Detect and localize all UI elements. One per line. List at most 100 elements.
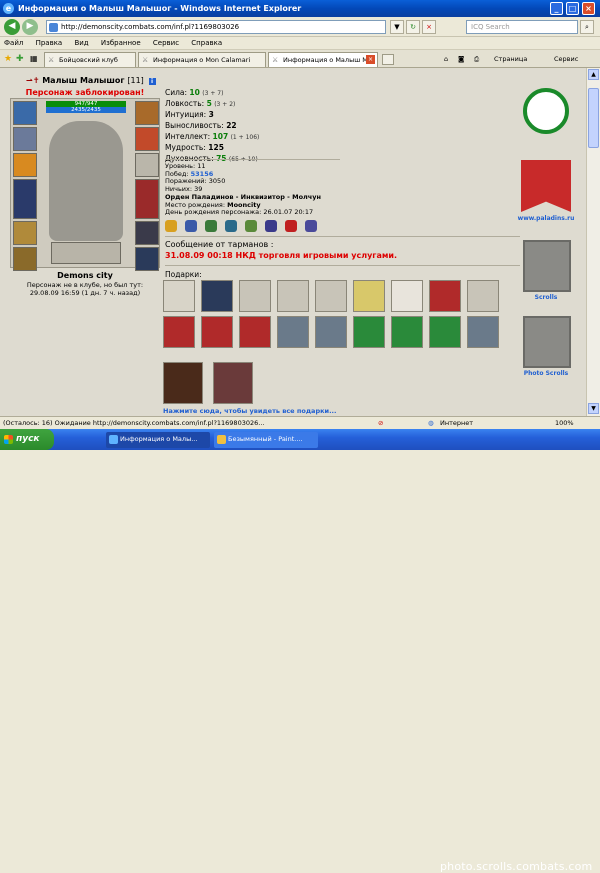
- add-favorites-icon[interactable]: ✚: [16, 54, 24, 64]
- menu-tools[interactable]: Сервис: [153, 39, 179, 47]
- badge-icon[interactable]: [285, 220, 297, 232]
- gift-item[interactable]: [353, 280, 385, 312]
- shield-slot[interactable]: [135, 153, 159, 177]
- bracers-slot[interactable]: [13, 127, 37, 151]
- page-menu[interactable]: Страница: [494, 53, 527, 65]
- message-header: Сообщение от тарманов :: [165, 240, 274, 249]
- character-meta: Уровень: 11 Побед: 53156 Поражений: 3050…: [165, 162, 321, 217]
- emblem-slot: [51, 242, 121, 264]
- gift-item[interactable]: [239, 316, 271, 348]
- earring-slot[interactable]: [135, 101, 159, 125]
- close-button[interactable]: ×: [582, 2, 595, 15]
- tab-label: Информация о Mon Calamari: [153, 56, 251, 64]
- zoom-level[interactable]: 100%: [555, 417, 574, 429]
- scroll-down-icon[interactable]: ▼: [588, 403, 599, 414]
- gift-item[interactable]: [213, 362, 253, 404]
- minimize-button[interactable]: _: [550, 2, 563, 15]
- gift-item[interactable]: [467, 280, 499, 312]
- paladins-link[interactable]: www.paladins.ru: [510, 215, 582, 222]
- gift-item[interactable]: [391, 280, 423, 312]
- paladins-emblem[interactable]: [523, 88, 569, 134]
- scrolls-link[interactable]: Scrolls: [510, 294, 582, 301]
- scrolls-banner[interactable]: [523, 240, 571, 292]
- menu-view[interactable]: Вид: [74, 39, 88, 47]
- cloak-slot[interactable]: [135, 179, 159, 219]
- forward-button[interactable]: ▶: [22, 19, 38, 35]
- menu-help[interactable]: Справка: [191, 39, 222, 47]
- gifts-header: Подарки:: [165, 270, 202, 279]
- badge-icon[interactable]: [305, 220, 317, 232]
- stat-row: Мудрость: 125: [165, 143, 224, 152]
- search-input[interactable]: ICQ Search: [466, 20, 578, 34]
- belt-slot[interactable]: [13, 221, 37, 245]
- dagger-icon: ⇀✝: [26, 76, 40, 85]
- refresh-button[interactable]: ↻: [406, 20, 420, 34]
- gloves-slot[interactable]: [135, 127, 159, 151]
- gift-item[interactable]: [163, 316, 195, 348]
- tab-mon-calamari[interactable]: ⚔ Информация о Mon Calamari: [138, 52, 266, 67]
- home-icon[interactable]: ⌂: [444, 53, 448, 65]
- gift-item[interactable]: [391, 316, 423, 348]
- all-gifts-link[interactable]: Нажмите сюда, чтобы увидеть все подарки.…: [163, 407, 336, 415]
- badge-icon[interactable]: [245, 220, 257, 232]
- gift-item[interactable]: [277, 316, 309, 348]
- gift-item[interactable]: [163, 362, 203, 404]
- weapon-slot[interactable]: [13, 153, 37, 177]
- gift-item[interactable]: [201, 280, 233, 312]
- photo-scrolls-link[interactable]: Photo Scrolls: [510, 370, 582, 377]
- armor-slot[interactable]: [13, 179, 37, 219]
- blocked-popup-icon[interactable]: ⊘: [378, 417, 383, 429]
- menu-file[interactable]: Файл: [4, 39, 23, 47]
- address-input[interactable]: http://demonscity.combats.com/inf.pl?116…: [46, 20, 386, 34]
- maximize-button[interactable]: □: [566, 2, 579, 15]
- taskbar-item-paint[interactable]: Безымянный - Paint....: [214, 432, 318, 448]
- menu-edit[interactable]: Правка: [36, 39, 63, 47]
- print-icon[interactable]: ⎙: [474, 53, 479, 65]
- stat-row: Ловкость: 5 (3 + 2): [165, 99, 236, 108]
- badge-icon[interactable]: [205, 220, 217, 232]
- start-button[interactable]: пуск: [0, 429, 54, 450]
- menu-bar: Файл Правка Вид Избранное Сервис Справка: [0, 37, 600, 50]
- gift-item[interactable]: [277, 280, 309, 312]
- tab-fight-club[interactable]: ⚔ Бойцовский клуб: [44, 52, 136, 67]
- gift-item[interactable]: [315, 280, 347, 312]
- new-tab-button[interactable]: [382, 54, 394, 65]
- helmet-slot[interactable]: [13, 101, 37, 125]
- tab-malysh[interactable]: ⚔ Информация о Малыш М... ×: [268, 52, 378, 67]
- badge-icon[interactable]: [225, 220, 237, 232]
- gift-item[interactable]: [429, 280, 461, 312]
- favorites-star-icon[interactable]: ★: [4, 54, 12, 64]
- meta-birthday: День рождения персонажа: 26.01.07 20:17: [165, 208, 314, 217]
- vertical-scrollbar[interactable]: ▲ ▼: [586, 68, 600, 416]
- search-icon[interactable]: ⌕: [580, 20, 594, 34]
- address-dropdown-button[interactable]: ▼: [390, 20, 404, 34]
- badge-icon[interactable]: [185, 220, 197, 232]
- boots-slot[interactable]: [135, 221, 159, 245]
- badge-icon[interactable]: [265, 220, 277, 232]
- gift-item[interactable]: [163, 280, 195, 312]
- location-line-1: Персонаж не в клубе, но был тут:: [26, 281, 144, 289]
- feeds-icon[interactable]: ◙: [458, 53, 464, 65]
- gift-item[interactable]: [315, 316, 347, 348]
- gift-item[interactable]: [429, 316, 461, 348]
- stop-button[interactable]: ×: [422, 20, 436, 34]
- gift-item[interactable]: [353, 316, 385, 348]
- taskbar: пуск Информация о Малы... Безымянный - P…: [0, 429, 600, 873]
- quick-tabs-icon[interactable]: ▦: [30, 54, 38, 63]
- menu-favorites[interactable]: Избранное: [101, 39, 141, 47]
- back-button[interactable]: ◀: [4, 19, 20, 35]
- info-icon[interactable]: i: [148, 78, 156, 85]
- paladins-banner[interactable]: [521, 160, 571, 212]
- tools-menu[interactable]: Сервис: [554, 53, 578, 65]
- gift-item[interactable]: [239, 280, 271, 312]
- gift-item[interactable]: [467, 316, 499, 348]
- photo-scrolls-banner[interactable]: [523, 316, 571, 368]
- ring-slot[interactable]: [13, 247, 37, 271]
- scroll-up-icon[interactable]: ▲: [588, 69, 599, 80]
- tab-close-icon[interactable]: ×: [366, 55, 375, 64]
- gift-item[interactable]: [201, 316, 233, 348]
- taskbar-item-ie[interactable]: Информация о Малы...: [106, 432, 210, 448]
- order-badge-icon[interactable]: [165, 220, 177, 232]
- shoe-slot[interactable]: [135, 247, 159, 271]
- scroll-thumb[interactable]: [588, 88, 599, 148]
